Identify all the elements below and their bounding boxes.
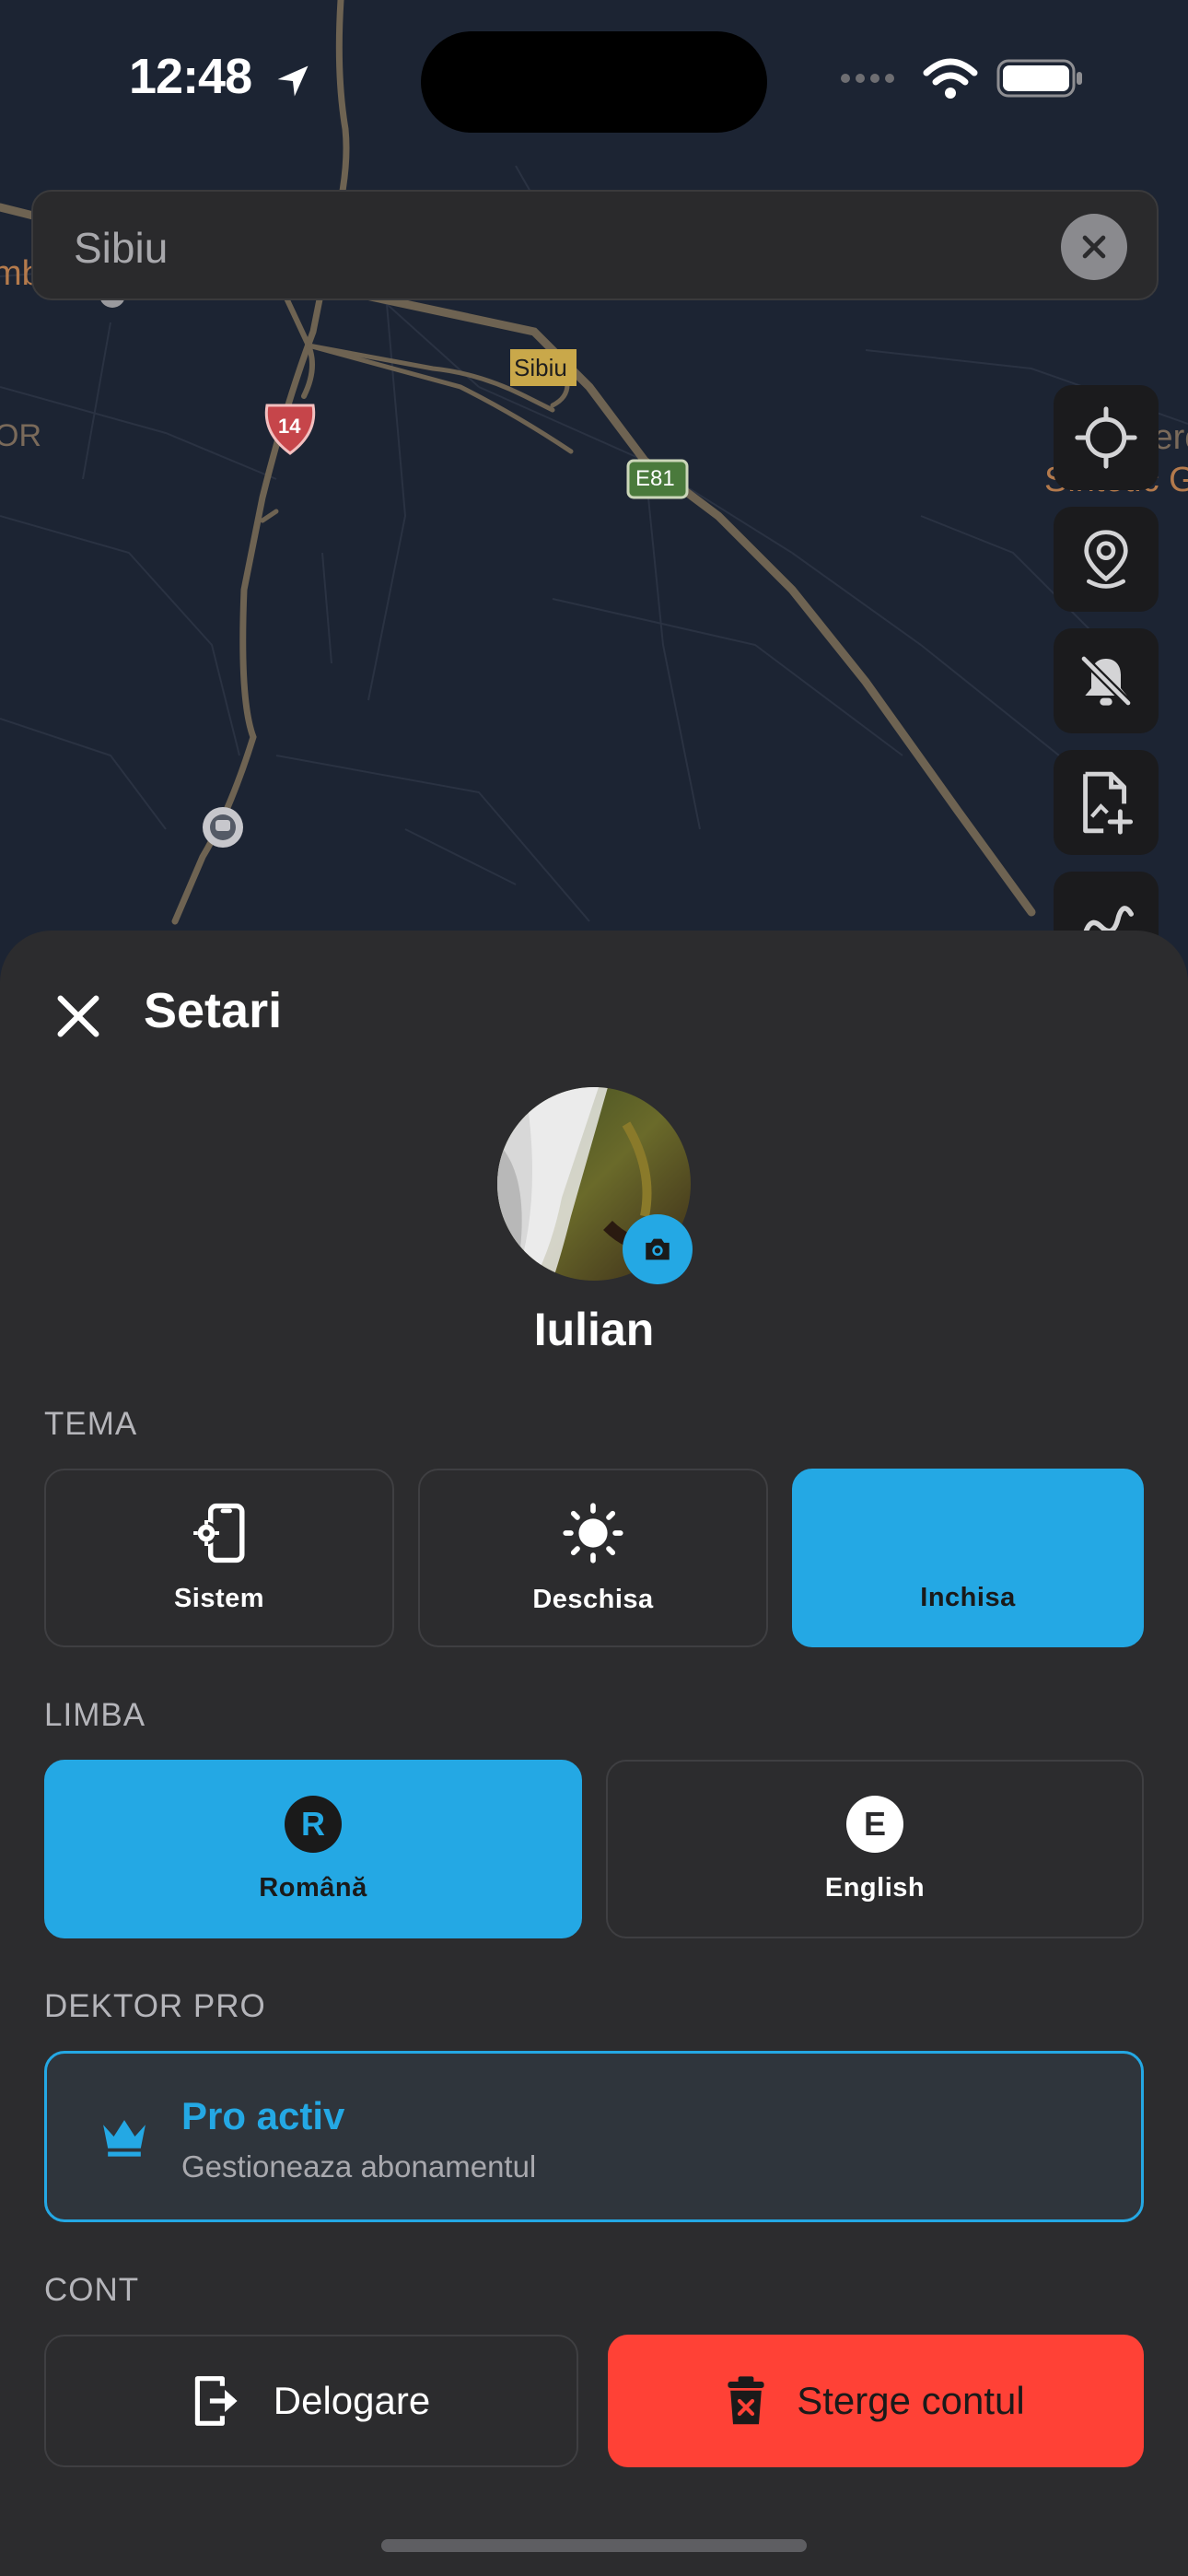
language-badge-r: R <box>285 1795 342 1853</box>
delete-account-label: Sterge contul <box>797 2379 1025 2422</box>
cellular-icon <box>841 74 894 83</box>
location-arrow-icon <box>277 65 309 97</box>
pro-status-title: Pro activ <box>181 2094 345 2137</box>
user-name: Iulian <box>533 1304 655 1355</box>
notifications-off-button[interactable] <box>1054 628 1159 733</box>
language-option-label: Română <box>259 1872 367 1903</box>
clear-search-button[interactable] <box>1061 214 1127 280</box>
logout-icon <box>194 2376 238 2426</box>
theme-option-label: Deschisa <box>532 1584 654 1614</box>
crown-icon <box>103 2120 146 2157</box>
battery-icon <box>996 59 1082 98</box>
map-label-left-or: OR <box>0 418 41 453</box>
map-label-e81: E81 <box>635 466 675 491</box>
theme-option-dark[interactable]: Inchisa <box>792 1469 1144 1647</box>
camera-icon <box>646 1238 670 1260</box>
settings-sheet: Setari Iulian TEMA Sistem Deschisa Inchi… <box>0 931 1188 2576</box>
locate-me-button[interactable] <box>1054 385 1159 490</box>
crosshair-icon <box>1075 406 1137 469</box>
theme-option-label: Sistem <box>173 1583 265 1613</box>
pro-section-label: DEKTOR PRO <box>44 1988 266 2024</box>
language-option-label: English <box>824 1872 926 1903</box>
map-label-sibiu: Sibiu <box>514 354 567 381</box>
sun-icon <box>563 1502 623 1563</box>
map-label-road-14: 14 <box>278 415 301 438</box>
theme-option-system[interactable]: Sistem <box>44 1469 394 1647</box>
language-option-english[interactable]: E English <box>606 1760 1144 1938</box>
page-title: Setari <box>144 983 283 1038</box>
wifi-icon <box>923 58 978 99</box>
theme-section-label: TEMA <box>44 1406 138 1442</box>
language-badge-letter: R <box>301 1804 325 1843</box>
language-badge-e: E <box>846 1795 903 1853</box>
map-pin-icon <box>1084 530 1128 589</box>
map-canvas <box>0 0 1188 925</box>
logout-button[interactable]: Delogare <box>44 2335 578 2467</box>
add-document-button[interactable] <box>1054 750 1159 855</box>
manage-subscription-card[interactable]: Pro activ Gestioneaza abonamentul <box>44 2051 1144 2222</box>
map-view[interactable]: Sibiu 14 E81 mbi OR iere Sintetic G <box>0 0 1188 977</box>
theme-option-label: Inchisa <box>920 1582 1016 1612</box>
moon-icon <box>957 1508 982 1557</box>
account-section-label: CONT <box>44 2272 140 2308</box>
dynamic-island <box>421 31 767 133</box>
status-time: 12:48 <box>129 49 252 104</box>
language-section-label: LIMBA <box>44 1697 146 1733</box>
change-photo-button[interactable] <box>623 1214 693 1284</box>
logout-label: Delogare <box>273 2379 431 2422</box>
home-indicator[interactable] <box>381 2539 807 2552</box>
phone-gear-icon <box>193 1503 245 1563</box>
status-icons <box>840 57 1085 100</box>
close-icon <box>1082 235 1106 259</box>
search-input[interactable]: Sibiu <box>74 223 168 273</box>
close-icon <box>57 995 99 1037</box>
language-badge-letter: E <box>863 1804 886 1843</box>
theme-option-light[interactable]: Deschisa <box>418 1469 768 1647</box>
pro-status-subtitle: Gestioneaza abonamentul <box>181 2149 537 2184</box>
file-add-icon <box>1083 771 1134 835</box>
close-settings-button[interactable] <box>52 989 105 1043</box>
search-bar[interactable]: Sibiu <box>31 190 1159 300</box>
location-pin-button[interactable] <box>1054 507 1159 612</box>
delete-account-button[interactable]: Sterge contul <box>608 2335 1144 2467</box>
language-option-romanian[interactable]: R Română <box>44 1760 582 1938</box>
bell-off-icon <box>1080 655 1132 707</box>
trash-icon <box>728 2376 764 2425</box>
